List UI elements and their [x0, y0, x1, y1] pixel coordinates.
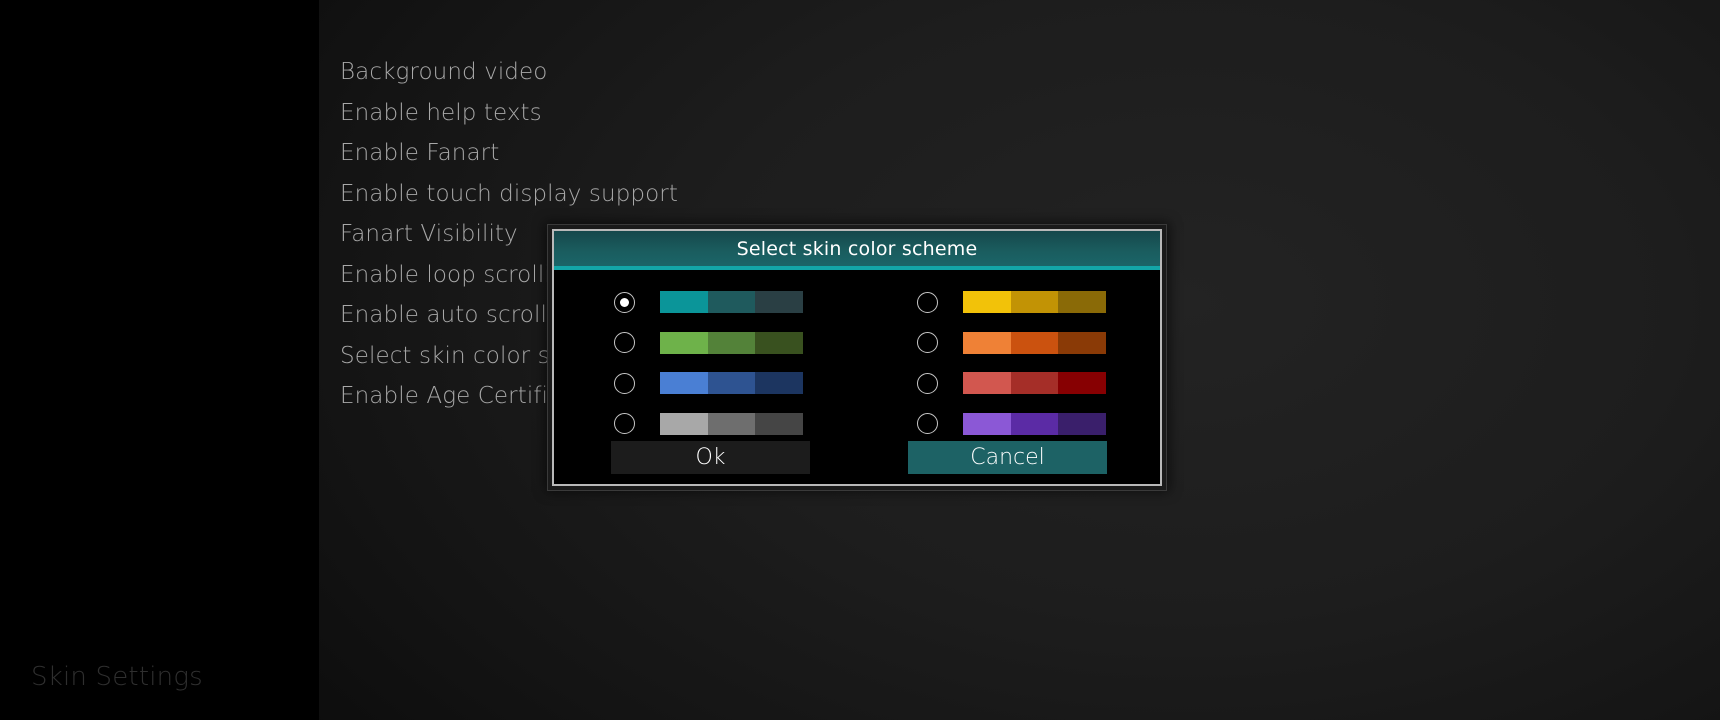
color-swatch-orange[interactable] [963, 331, 1107, 354]
dialog-title: Select skin color scheme [736, 237, 978, 260]
radio-button-purple[interactable] [917, 413, 938, 435]
radio-button-grey[interactable] [614, 413, 635, 435]
swatch-segment [707, 291, 756, 314]
color-swatch-grey[interactable] [660, 412, 804, 435]
color-scheme-dialog: Select skin color scheme Ok Cancel [547, 224, 1167, 491]
swatch-segment [1058, 412, 1107, 435]
dialog-button-bar: Ok Cancel [554, 441, 1160, 474]
page-title: Skin Settings [31, 662, 203, 692]
color-swatch-blue[interactable] [660, 372, 804, 395]
setting-row[interactable]: Enable touch display support [340, 174, 1040, 215]
swatch-segment [755, 412, 804, 435]
ok-button[interactable]: Ok [611, 441, 810, 474]
color-scheme-grid [554, 282, 1160, 444]
color-swatch-teal[interactable] [660, 291, 804, 314]
radio-button-yellow[interactable] [917, 291, 938, 313]
cancel-button[interactable]: Cancel [908, 441, 1107, 474]
radio-button-green[interactable] [614, 332, 635, 354]
dialog-header: Select skin color scheme [554, 231, 1160, 270]
swatch-segment [1058, 331, 1107, 354]
radio-button-blue[interactable] [614, 372, 635, 394]
swatch-segment [1058, 291, 1107, 314]
swatch-segment [1010, 291, 1059, 314]
color-scheme-option-orange[interactable] [857, 323, 1160, 364]
swatch-segment [755, 291, 804, 314]
setting-row[interactable]: Enable help texts [340, 93, 1040, 134]
color-scheme-option-teal[interactable] [554, 282, 857, 323]
swatch-segment [963, 331, 1011, 354]
swatch-segment [707, 412, 756, 435]
swatch-segment [963, 372, 1011, 395]
settings-screen: Background video Enable help texts Enable … [0, 0, 1720, 720]
color-scheme-option-green[interactable] [554, 323, 857, 364]
color-scheme-option-red[interactable] [857, 363, 1160, 404]
color-scheme-option-grey[interactable] [554, 404, 857, 445]
radio-button-teal[interactable] [614, 291, 635, 313]
setting-row[interactable]: Enable Fanart [340, 133, 1040, 174]
color-scheme-option-purple[interactable] [857, 404, 1160, 445]
radio-dot [620, 297, 629, 307]
swatch-segment [707, 372, 756, 395]
setting-row[interactable]: Background video [340, 52, 1040, 93]
color-swatch-yellow[interactable] [963, 291, 1107, 314]
radio-button-orange[interactable] [917, 332, 938, 354]
color-scheme-option-yellow[interactable] [857, 282, 1160, 323]
color-swatch-green[interactable] [660, 331, 804, 354]
left-rail [0, 0, 319, 720]
swatch-segment [660, 372, 708, 395]
dialog-body: Ok Cancel [554, 270, 1160, 484]
color-swatch-red[interactable] [963, 372, 1107, 395]
swatch-segment [707, 331, 756, 354]
swatch-segment [660, 412, 708, 435]
swatch-segment [755, 372, 804, 395]
radio-button-red[interactable] [917, 372, 938, 394]
swatch-segment [963, 291, 1011, 314]
swatch-segment [1058, 372, 1107, 395]
color-swatch-purple[interactable] [963, 412, 1107, 435]
swatch-segment [755, 331, 804, 354]
color-scheme-option-blue[interactable] [554, 363, 857, 404]
swatch-segment [660, 291, 708, 314]
swatch-segment [963, 412, 1011, 435]
swatch-segment [1010, 372, 1059, 395]
swatch-segment [1010, 412, 1059, 435]
swatch-segment [660, 331, 708, 354]
swatch-segment [1010, 331, 1059, 354]
dialog-frame: Select skin color scheme Ok Cancel [552, 229, 1162, 486]
